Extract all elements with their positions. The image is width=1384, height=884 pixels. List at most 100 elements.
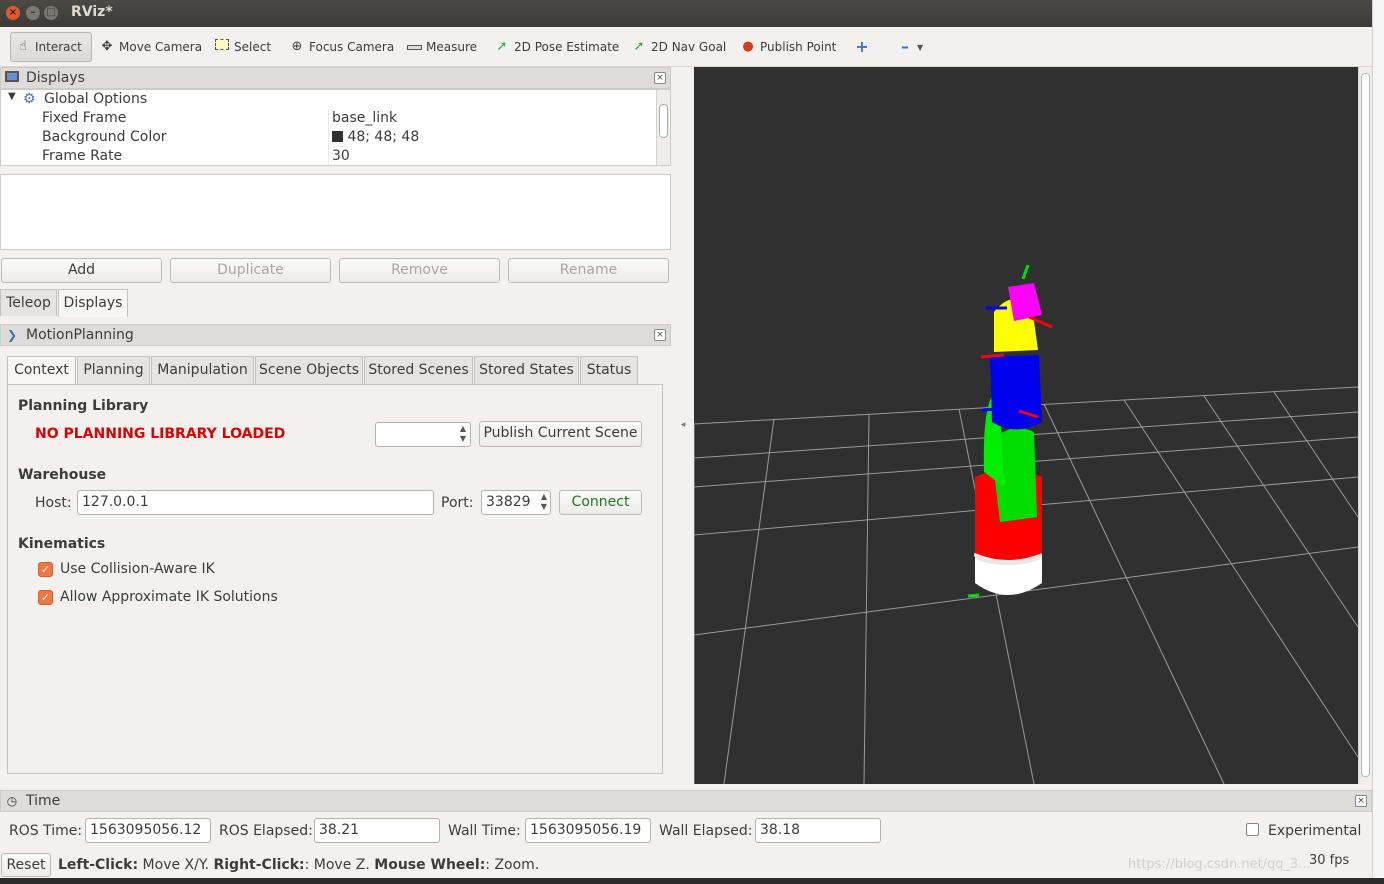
- tab-teleop[interactable]: Teleop: [0, 289, 57, 316]
- clock-icon: ◷: [6, 794, 18, 808]
- scene-svg: [694, 264, 1358, 784]
- color-swatch: [332, 131, 343, 142]
- tool-interact[interactable]: ☝ Interact: [10, 32, 92, 62]
- host-label: Host:: [35, 495, 72, 511]
- tree-row-value: 30: [332, 148, 350, 164]
- remove-tool-button[interactable]: – ▼: [893, 32, 927, 62]
- window-minimize-button[interactable]: –: [26, 6, 40, 20]
- gear-icon: ⚙: [23, 91, 36, 107]
- warehouse-heading: Warehouse: [18, 467, 107, 483]
- tab-planning[interactable]: Planning: [77, 356, 150, 384]
- ros-time-field[interactable]: 1563095056.12: [85, 818, 211, 843]
- tree-scrollbar[interactable]: [656, 90, 670, 165]
- time-panel-header: ◷ Time ×: [0, 790, 1372, 812]
- tool-label: Move Camera: [119, 40, 203, 54]
- panel-title: MotionPlanning: [26, 327, 134, 343]
- port-spinbox[interactable]: 33829 ▲ ▼: [481, 490, 551, 515]
- display-description-box: [0, 174, 671, 250]
- tool-measure[interactable]: Measure: [402, 32, 481, 62]
- add-tool-button[interactable]: +: [850, 32, 878, 62]
- spin-arrows-icon: ▲ ▼: [459, 424, 466, 443]
- tree-row-value: 48; 48; 48: [347, 129, 420, 145]
- approximate-ik-checkbox[interactable]: ✓: [38, 590, 53, 605]
- add-button[interactable]: Add: [1, 258, 162, 283]
- tab-stored-states[interactable]: Stored States: [474, 356, 579, 384]
- wall-elapsed-label: Wall Elapsed:: [659, 823, 753, 839]
- planning-library-heading: Planning Library: [18, 398, 149, 414]
- ros-elapsed-field[interactable]: 38.21: [314, 818, 440, 843]
- planning-library-status: NO PLANNING LIBRARY LOADED: [35, 426, 286, 442]
- wall-time-field[interactable]: 1563095056.19: [525, 818, 651, 843]
- tab-context[interactable]: Context: [7, 356, 76, 384]
- window-close-button[interactable]: ×: [6, 6, 20, 20]
- rename-button[interactable]: Rename: [508, 258, 669, 283]
- green-arrow-icon: ➚: [496, 39, 508, 54]
- view-scrollbar[interactable]: [1358, 67, 1372, 784]
- splitter-handle[interactable]: ◂: [673, 420, 693, 432]
- hint-text: : Move Z.: [304, 857, 370, 873]
- fps-counter: 30 fps: [1309, 853, 1350, 868]
- duplicate-button[interactable]: Duplicate: [170, 258, 331, 283]
- collision-aware-ik-checkbox[interactable]: ✓: [38, 562, 53, 577]
- wall-time-label: Wall Time:: [448, 823, 521, 839]
- port-label: Port:: [441, 495, 474, 511]
- panel-title: Displays: [26, 70, 85, 86]
- tool-publish-point[interactable]: ● Publish Point: [736, 32, 840, 62]
- watermark: https://blog.csdn.net/qq_3...: [1128, 857, 1311, 872]
- motion-planning-tabs: Context Planning Manipulation Scene Obje…: [7, 356, 663, 384]
- wall-elapsed-field[interactable]: 38.18: [755, 818, 881, 843]
- plus-icon: +: [855, 37, 869, 56]
- tree-row-global-options[interactable]: ▼ ⚙ Global Options: [1, 91, 657, 110]
- toolbar: ☝ Interact ✥ Move Camera Select ⊕ Focus …: [0, 27, 1372, 67]
- close-icon[interactable]: ×: [1355, 795, 1367, 807]
- tool-label: Focus Camera: [309, 40, 395, 54]
- scrollbar-thumb[interactable]: [659, 104, 668, 138]
- close-icon[interactable]: ×: [654, 329, 666, 341]
- hint-text: Move X/Y.: [142, 857, 210, 873]
- close-icon[interactable]: ×: [654, 72, 666, 84]
- tab-status[interactable]: Status: [580, 356, 638, 384]
- ros-time-label: ROS Time:: [9, 823, 83, 839]
- motion-planning-panel-header: ❯ MotionPlanning ×: [0, 324, 671, 346]
- publish-current-scene-button[interactable]: Publish Current Scene: [479, 421, 642, 447]
- tool-2d-pose-estimate[interactable]: ➚ 2D Pose Estimate: [490, 32, 623, 62]
- tree-row[interactable]: Fixed Frame base_link: [1, 110, 657, 129]
- 3d-render-view[interactable]: [694, 67, 1358, 784]
- collision-aware-ik-label: Use Collision-Aware IK: [60, 561, 215, 577]
- tool-label: Interact: [35, 40, 82, 54]
- displays-tree: ▼ ⚙ Global Options Fixed Frame base_link…: [0, 89, 671, 166]
- tool-label: Measure: [426, 40, 477, 54]
- monitor-icon: [4, 70, 20, 86]
- connect-button[interactable]: Connect: [559, 490, 642, 515]
- reset-button[interactable]: Reset: [1, 853, 51, 877]
- hint-key: Mouse Wheel:: [374, 857, 486, 873]
- expand-arrow-icon[interactable]: ▼: [8, 91, 16, 102]
- tree-row[interactable]: Background Color 48; 48; 48: [1, 129, 657, 148]
- tool-2d-nav-goal[interactable]: ➚ 2D Nav Goal: [627, 32, 730, 62]
- tool-label: 2D Pose Estimate: [514, 40, 620, 54]
- tab-stored-scenes[interactable]: Stored Scenes: [364, 356, 473, 384]
- remove-button[interactable]: Remove: [339, 258, 500, 283]
- tree-row[interactable]: Frame Rate 30: [1, 148, 657, 165]
- kinematics-heading: Kinematics: [18, 536, 106, 552]
- tool-move-camera[interactable]: ✥ Move Camera: [95, 32, 206, 62]
- planner-select[interactable]: ▲ ▼: [375, 422, 471, 447]
- scrollbar-thumb[interactable]: [1361, 73, 1370, 777]
- robot-arm-model: [967, 264, 1053, 598]
- tree-row-name: Frame Rate: [42, 148, 123, 164]
- tab-displays[interactable]: Displays: [58, 289, 128, 317]
- spin-arrows-icon[interactable]: ▲ ▼: [541, 492, 547, 512]
- tool-select[interactable]: Select: [210, 32, 275, 62]
- tool-focus-camera[interactable]: ⊕ Focus Camera: [285, 32, 398, 62]
- tab-manipulation[interactable]: Manipulation: [151, 356, 254, 384]
- tab-scene-objects[interactable]: Scene Objects: [255, 356, 363, 384]
- motion-planning-icon: ❯: [6, 328, 18, 342]
- dock-tabs: Teleop Displays: [0, 289, 671, 317]
- tool-label: Publish Point: [760, 40, 837, 54]
- minus-icon: –: [901, 37, 909, 56]
- experimental-checkbox[interactable]: [1246, 823, 1259, 836]
- window-maximize-button[interactable]: □: [44, 6, 58, 20]
- host-input[interactable]: 127.0.0.1: [77, 490, 434, 515]
- ruler-icon: [406, 39, 422, 55]
- chevron-down-icon: ▼: [917, 42, 924, 52]
